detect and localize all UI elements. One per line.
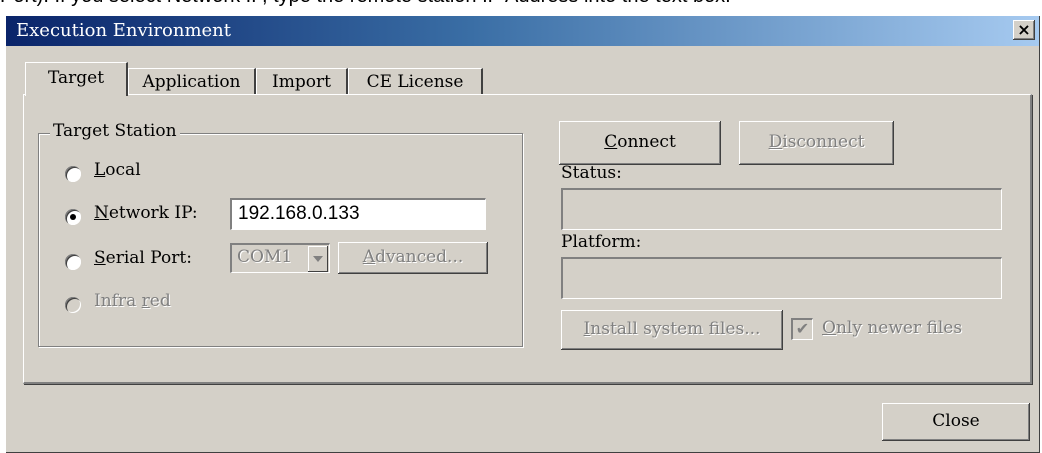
disconnect-button[interactable]: Disconnect: [739, 121, 894, 165]
connect-button[interactable]: Connect: [559, 121, 721, 165]
platform-field: [561, 257, 1002, 299]
tab-import[interactable]: Import: [256, 68, 348, 95]
infra-red-label: Infra red: [94, 291, 171, 311]
status-field: [561, 188, 1002, 230]
tab-target[interactable]: Target: [25, 62, 128, 96]
chevron-down-icon[interactable]: [308, 246, 328, 272]
local-radio[interactable]: [65, 166, 81, 182]
advanced-button[interactable]: Advanced...: [338, 242, 488, 274]
tab-application[interactable]: Application: [128, 68, 256, 95]
local-label: Local: [94, 160, 141, 180]
serial-port-radio[interactable]: [65, 254, 81, 270]
only-newer-files-label: Only newer files: [822, 318, 963, 338]
tab-ce-license[interactable]: CE License: [348, 68, 483, 95]
serial-port-select[interactable]: COM1: [230, 243, 330, 273]
serial-port-label: Serial Port:: [94, 248, 192, 268]
status-label: Status:: [561, 163, 622, 183]
close-button[interactable]: Close: [882, 403, 1030, 441]
infra-red-radio[interactable]: [65, 297, 81, 313]
document-text-cutoff: Port). If you select Network IP, type th…: [0, 0, 1042, 15]
platform-label: Platform:: [561, 232, 642, 252]
serial-port-select-value: COM1: [237, 247, 293, 267]
install-system-files-button[interactable]: Install system files...: [561, 310, 783, 350]
network-ip-radio[interactable]: [65, 209, 81, 225]
close-icon[interactable]: ×: [1013, 20, 1035, 40]
radio-selected-dot: [70, 214, 76, 220]
only-newer-files-checkbox[interactable]: ✔: [791, 318, 813, 340]
network-ip-input[interactable]: 192.168.0.133: [230, 198, 486, 230]
network-ip-label: Network IP:: [94, 203, 198, 223]
window-title: Execution Environment: [16, 20, 231, 41]
title-bar: Execution Environment ×: [6, 16, 1039, 46]
target-station-legend: Target Station: [50, 121, 180, 141]
